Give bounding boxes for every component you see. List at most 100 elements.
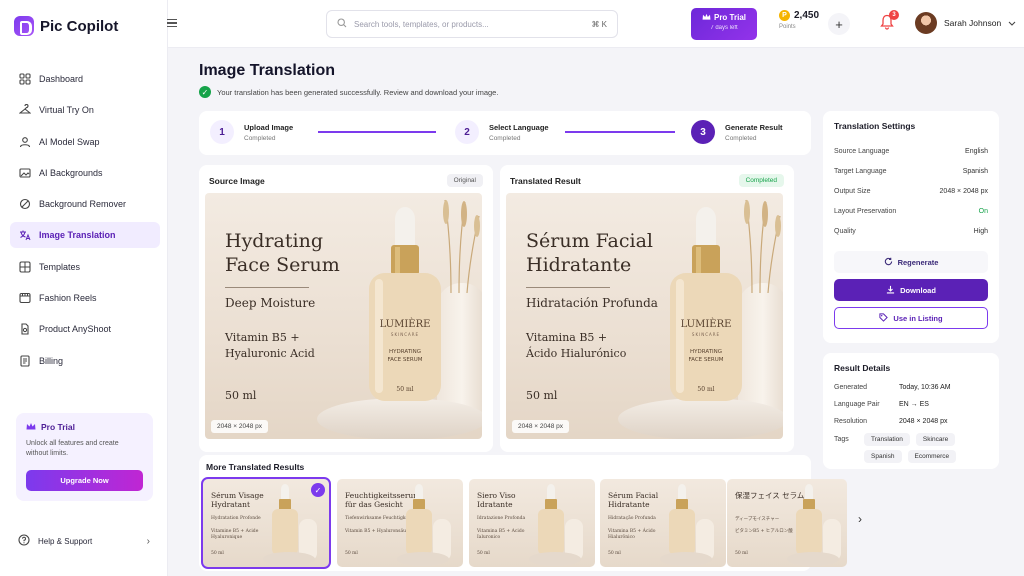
serum-bottle	[660, 484, 714, 566]
more-results-section: More Translated Results Sérum Visage Hyd…	[199, 455, 847, 571]
page-title: Image Translation	[199, 62, 336, 79]
chevron-down-icon	[1008, 18, 1016, 28]
detail-row: Generated Today, 10:36 AM	[834, 384, 951, 391]
result-thumbnail-japanese[interactable]: 保湿フェイス セラム ディープモイスチャー ビタミンB5 + ヒアルロン酸 50 ml	[727, 479, 847, 567]
source-product-image[interactable]: Hydrating Face Serum Deep Moisture Vitami…	[205, 193, 482, 439]
sidebar-item-background-remover[interactable]: Background Remover	[10, 191, 160, 217]
completed-badge: Completed	[738, 174, 784, 187]
detail-row: Language Pair EN → ES	[834, 401, 929, 408]
sidebar-item-virtual-try-on[interactable]: Virtual Try On	[10, 97, 160, 123]
source-image-card: Source Image Original Hydrating Face Seru…	[199, 165, 493, 452]
svg-text:FACE SERUM: FACE SERUM	[689, 357, 724, 363]
sidebar-item-ai-backgrounds[interactable]: AI Backgrounds	[10, 160, 160, 186]
serum-bottle: LUMIÈRE SKINCARE HYDRATING FACE SERUM 50…	[670, 207, 742, 401]
sidebar-item-product-anyshoot[interactable]: Product AnyShoot	[10, 316, 160, 342]
sidebar-item-billing[interactable]: Billing	[10, 348, 160, 374]
sidebar-nav: Dashboard Virtual Try On AI Model Swap A…	[10, 66, 160, 379]
svg-text:LUMIÈRE: LUMIÈRE	[681, 318, 732, 330]
user-menu[interactable]: Sarah Johnson	[915, 12, 1016, 34]
crown-icon	[26, 422, 36, 432]
sidebar-item-label: Dashboard	[39, 74, 84, 84]
sidebar-item-ai-model-swap[interactable]: AI Model Swap	[10, 129, 160, 155]
step-number: 1	[210, 120, 234, 144]
sidebar-item-label: Billing	[39, 355, 64, 366]
step-connector	[318, 131, 436, 133]
sidebar-item-label: AI Backgrounds	[39, 167, 103, 178]
detail-row: Resolution 2048 × 2048 px	[834, 418, 948, 425]
check-circle-icon: ✓	[199, 86, 211, 98]
tag-icon	[879, 312, 889, 324]
sidebar-item-label: Image Translation	[39, 230, 116, 241]
section-title: More Translated Results	[206, 462, 305, 472]
tag-chip[interactable]: Ecommerce	[907, 450, 957, 463]
translated-product-image[interactable]: Sérum Facial Hidratante Hidratación Profu…	[506, 193, 783, 439]
tag-chip[interactable]: Skincare	[915, 433, 956, 446]
brand[interactable]: Pic Copilot	[14, 14, 118, 38]
step-connector	[565, 131, 675, 133]
menu-toggle-icon[interactable]	[167, 19, 177, 27]
svg-text:50 ml: 50 ml	[697, 386, 714, 393]
result-thumbnail-french[interactable]: Sérum Visage Hydratant Hydratation Profon…	[201, 477, 331, 569]
logo-icon	[14, 16, 34, 36]
image-size-label: 2048 × 2048 px	[512, 420, 569, 433]
trial-days-left: 7 days left	[710, 25, 738, 31]
sidebar-item-templates[interactable]: Templates	[10, 254, 160, 280]
product-subtitle: Deep Moisture	[225, 296, 316, 310]
sidebar: Pic Copilot Dashboard Virtual Try On AI …	[0, 0, 168, 576]
image-size-label: 2048 × 2048 px	[211, 420, 268, 433]
product-title: Hydrating Face Serum	[225, 230, 340, 276]
svg-text:SKINCARE: SKINCARE	[391, 332, 419, 337]
svg-text:LUMIÈRE: LUMIÈRE	[380, 318, 431, 330]
pro-trial-button[interactable]: Pro Trial 7 days left	[691, 8, 757, 40]
svg-text:HYDRATING: HYDRATING	[690, 349, 722, 355]
carousel-next-button[interactable]: ›	[858, 512, 862, 526]
sidebar-item-label: Fashion Reels	[39, 293, 97, 304]
setting-row: Target Language Spanish	[834, 167, 988, 175]
search-icon	[337, 18, 347, 30]
refresh-icon	[884, 257, 893, 268]
upgrade-now-button[interactable]: Upgrade Now	[26, 470, 143, 491]
download-icon	[886, 285, 895, 296]
pro-trial-card: Pro Trial Unlock all features and create…	[16, 413, 153, 501]
setting-row: Quality High	[834, 227, 988, 235]
result-thumbnail-portuguese[interactable]: Sérum Facial Hidratante Hidratação Profun…	[600, 479, 726, 567]
serum-bottle	[529, 484, 583, 566]
panel-title: Result Details	[834, 363, 891, 373]
receipt-icon	[18, 354, 31, 367]
regenerate-button[interactable]: Regenerate	[834, 251, 988, 273]
bell-icon	[880, 14, 894, 32]
step-status: Completed	[489, 134, 521, 142]
sidebar-item-image-translation[interactable]: Image Translation	[10, 222, 160, 249]
result-thumbnail-italian[interactable]: Siero Viso Idratante Idratazione Profonda…	[469, 479, 595, 567]
use-in-listing-button[interactable]: Use in Listing	[834, 307, 988, 329]
points-label: Points	[779, 24, 796, 30]
help-support-link[interactable]: Help & Support ›	[18, 532, 150, 550]
plus-icon: +	[835, 16, 843, 32]
sidebar-item-dashboard[interactable]: Dashboard	[10, 66, 160, 92]
result-thumbnail-german[interactable]: Feuchtigkeitsserum für das Gesicht Tiefen…	[337, 479, 463, 567]
notifications-button[interactable]: 3	[880, 10, 899, 32]
step-status: Completed	[725, 134, 757, 142]
product-ingredients: Vitamin B5 + Hyaluronic Acid	[225, 331, 315, 360]
tag-chip[interactable]: Translation	[864, 433, 910, 446]
step-title: Select Language	[489, 122, 549, 132]
grid-icon	[18, 260, 31, 273]
download-button[interactable]: Download	[834, 279, 988, 301]
step-status: Completed	[244, 134, 276, 142]
step-title: Generate Result	[725, 122, 783, 132]
selected-check-icon: ✓	[311, 483, 325, 497]
hanger-icon	[18, 104, 31, 117]
search-input[interactable]: Search tools, templates, or products... …	[326, 10, 618, 38]
film-icon	[18, 292, 31, 305]
brand-name: Pic Copilot	[40, 17, 119, 35]
step-number: 2	[455, 120, 479, 144]
sidebar-item-fashion-reels[interactable]: Fashion Reels	[10, 285, 160, 311]
step-title: Upload Image	[244, 122, 294, 132]
add-points-button[interactable]: +	[828, 13, 850, 35]
search-placeholder: Search tools, templates, or products...	[354, 19, 489, 29]
image-layers-icon	[18, 166, 31, 179]
notification-count-badge: 3	[889, 10, 899, 20]
tag-chip[interactable]: Spanish	[864, 450, 902, 463]
sidebar-item-label: Templates	[39, 261, 81, 272]
user-name: Sarah Johnson	[944, 18, 1002, 28]
